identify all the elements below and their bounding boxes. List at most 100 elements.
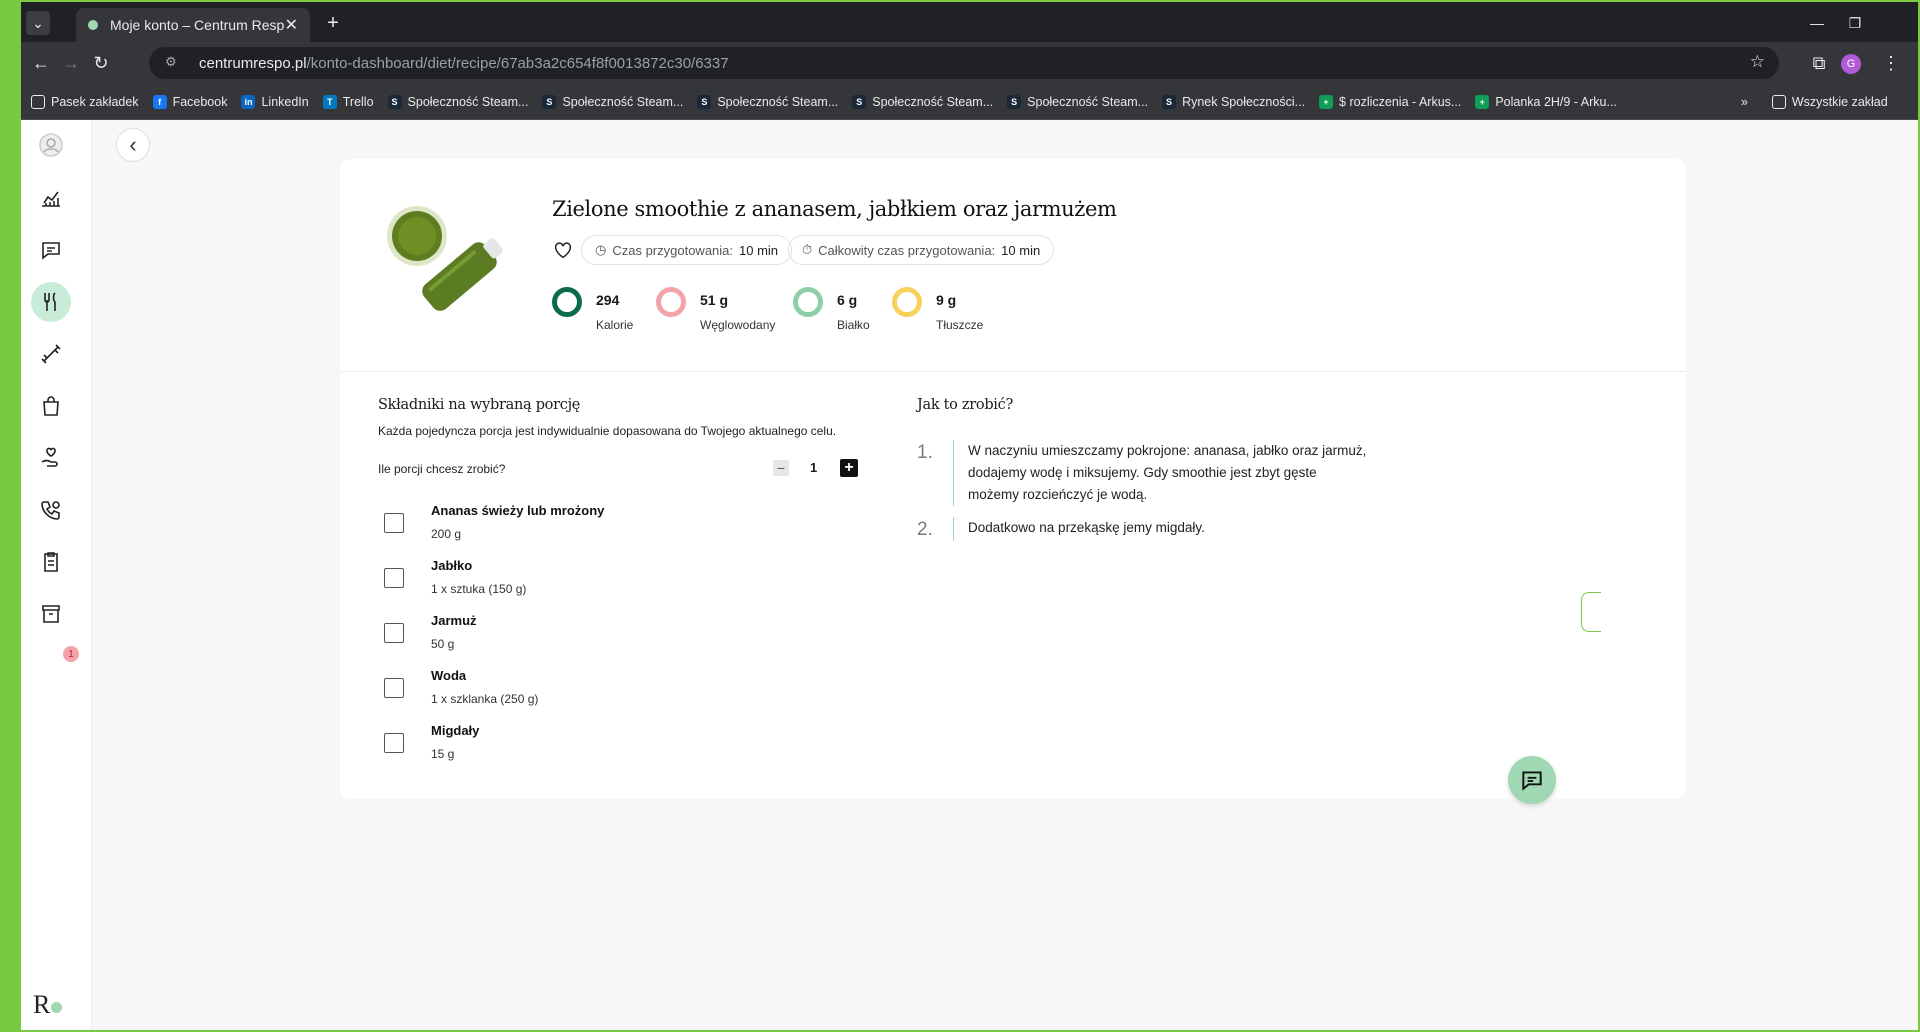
stopwatch-icon: ⏱ (802, 242, 813, 257)
phone-call-icon[interactable] (31, 490, 71, 530)
url-domain: centrumrespo.pl (199, 54, 307, 72)
browser-tab[interactable]: Moje konto – Centrum Respo ✕ (76, 8, 310, 42)
bookmark-favicon-icon: S (852, 94, 867, 109)
profile-avatar[interactable]: G (1841, 54, 1861, 74)
ingredient-item: Jarmuż 50 g (384, 613, 477, 651)
bookmark-item[interactable]: + $ rozliczenia - Arkus... (1319, 94, 1462, 109)
favorite-heart-icon[interactable] (552, 239, 574, 261)
tab-search-button[interactable]: ⌄ (26, 11, 50, 35)
extensions-icon[interactable]: ⧉ (1807, 53, 1831, 74)
bookmark-label: Społeczność Steam... (562, 94, 684, 109)
menu-kebab-icon[interactable]: ⋮ (1879, 53, 1903, 74)
bookmark-label: LinkedIn (261, 94, 309, 109)
prep-time-pill: ◷ Czas przygotowania: 10 min (581, 235, 793, 265)
archive-box-icon[interactable] (31, 594, 71, 634)
bookmark-favicon-icon: S (1162, 94, 1177, 109)
bookmark-favicon-icon: + (1475, 94, 1490, 109)
all-bookmarks-folder[interactable]: Wszystkie zakład (1771, 94, 1888, 109)
side-widget-tab[interactable] (1581, 592, 1601, 632)
step-item: 2. Dodatkowo na przekąskę jemy migdały. (917, 517, 1368, 541)
care-hand-heart-icon[interactable] (31, 438, 71, 478)
step-number: 2. (917, 519, 933, 540)
logo-letter: R (33, 990, 51, 1019)
user-avatar[interactable] (31, 125, 71, 165)
bookmark-favicon-icon: f (152, 94, 167, 109)
ingredient-checkbox[interactable] (384, 568, 404, 588)
chat-bubble-icon (1522, 771, 1542, 791)
restore-button[interactable]: ❐ (1843, 11, 1867, 35)
ingredient-checkbox[interactable] (384, 678, 404, 698)
step-accent-line (953, 517, 954, 541)
ingredient-item: Woda 1 x szklanka (250 g) (384, 668, 538, 706)
notification-badge: 1 (63, 646, 79, 662)
bookmark-item[interactable]: S Społeczność Steam... (852, 94, 993, 109)
all-bookmarks-label: Wszystkie zakład (1791, 94, 1888, 109)
bookmark-favicon-icon: S (387, 94, 402, 109)
step-text: Dodatkowo na przekąskę jemy migdały. (968, 520, 1205, 535)
bookmark-favicon-icon: in (241, 94, 256, 109)
workout-dumbbell-icon[interactable] (31, 334, 71, 374)
bookmark-item[interactable]: S Społeczność Steam... (542, 94, 684, 109)
steps-title: Jak to zrobić? (917, 397, 1013, 413)
ingredient-quantity: 1 x sztuka (150 g) (431, 582, 527, 596)
bookmark-label: Facebook (172, 94, 228, 109)
increase-portions-button[interactable]: + (840, 459, 858, 477)
back-arrow-icon[interactable]: ← (29, 53, 53, 74)
ingredient-item: Jabłko 1 x sztuka (150 g) (384, 558, 526, 596)
ingredient-checkbox[interactable] (384, 733, 404, 753)
reload-icon[interactable]: ↻ (89, 53, 113, 74)
bookmark-star-icon[interactable]: ☆ (1750, 52, 1765, 72)
progress-chart-icon[interactable] (31, 178, 71, 218)
bookmark-item[interactable]: S Rynek Społeczności... (1162, 94, 1306, 109)
bookmark-item[interactable]: + Polanka 2H/9 - Arku... (1475, 94, 1617, 109)
back-button[interactable]: ‹ (116, 128, 150, 162)
shopping-bag-icon[interactable] (31, 386, 71, 426)
ingredient-checkbox[interactable] (384, 623, 404, 643)
recipe-photo (380, 199, 520, 329)
diet-fork-knife-icon[interactable] (31, 282, 71, 322)
bookmark-item[interactable]: Pasek zakładek (31, 94, 139, 109)
forward-arrow-icon[interactable]: → (59, 53, 83, 74)
logo-dot (51, 1002, 63, 1013)
app-frame: ⌄ Moje konto – Centrum Respo ✕ + — ❐ ← →… (0, 0, 1920, 1032)
nutrition-value: 51 g (700, 292, 729, 308)
decrease-portions-button[interactable]: − (773, 460, 789, 476)
bookmark-label: Rynek Społeczności... (1182, 94, 1306, 109)
address-bar-row: ← → ↻ ⚙ centrumrespo.pl/konto-dashboard/… (21, 42, 1918, 84)
bookmark-item[interactable]: S Społeczność Steam... (697, 94, 839, 109)
chat-icon[interactable] (31, 230, 71, 270)
bookmarks-bar: Pasek zakładek f Facebook in LinkedIn T Trello… (21, 84, 1918, 120)
bookmark-label: Społeczność Steam... (717, 94, 839, 109)
bookmark-label: $ rozliczenia - Arkus... (1339, 94, 1462, 109)
clipboard-list-icon[interactable] (31, 542, 71, 582)
bookmark-label: Polanka 2H/9 - Arku... (1495, 94, 1617, 109)
url-field[interactable]: ⚙ centrumrespo.pl/konto-dashboard/diet/r… (149, 47, 1779, 79)
site-info-icon[interactable]: ⚙ (165, 54, 177, 70)
close-tab-icon[interactable]: ✕ (285, 15, 298, 35)
new-tab-button[interactable]: + (321, 11, 345, 35)
more-bookmarks-icon[interactable]: » (1741, 95, 1748, 109)
step-accent-line (953, 440, 954, 506)
minimize-button[interactable]: — (1805, 11, 1829, 35)
ingredient-name: Migdały (431, 723, 480, 738)
bookmark-item[interactable]: S Społeczność Steam... (1007, 94, 1149, 109)
ingredient-checkbox[interactable] (384, 513, 404, 533)
prep-time-value: 10 min (739, 242, 779, 258)
ingredient-quantity: 1 x szklanka (250 g) (431, 692, 539, 706)
bookmark-label: Społeczność Steam... (1027, 94, 1149, 109)
nutrition-value: 294 (596, 292, 620, 308)
clock-icon: ◷ (595, 242, 607, 257)
bookmark-favicon-icon: S (697, 94, 712, 109)
total-time-label: Całkowity czas przygotowania: (818, 242, 996, 258)
bookmark-item[interactable]: f Facebook (152, 94, 228, 109)
bookmark-item[interactable]: T Trello (322, 94, 374, 109)
nutrition-ring (793, 287, 823, 317)
tab-bar: ⌄ Moje konto – Centrum Respo ✕ + — ❐ (21, 2, 1918, 42)
bookmark-favicon-icon: S (542, 94, 557, 109)
bookmark-favicon-icon: + (1319, 94, 1334, 109)
bookmark-item[interactable]: S Społeczność Steam... (387, 94, 528, 109)
step-item: 1. W naczyniu umieszczamy pokrojone: anan… (917, 440, 1368, 506)
chat-support-button[interactable] (1508, 756, 1556, 804)
bookmark-item[interactable]: in LinkedIn (241, 94, 309, 109)
nutrition-value: 9 g (936, 292, 957, 308)
